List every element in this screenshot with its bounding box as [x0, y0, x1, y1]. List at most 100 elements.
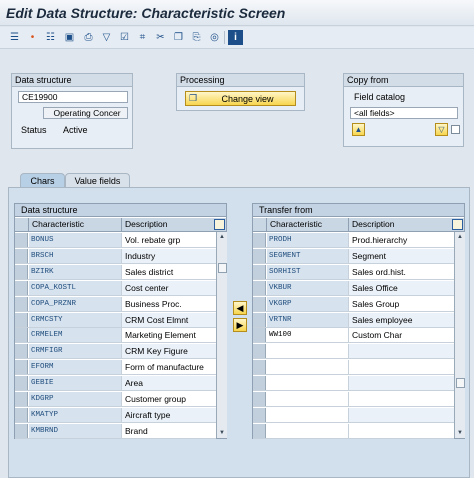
field-catalog-input[interactable]: <all fields> [350, 107, 458, 119]
scroll-up-icon[interactable]: ▲ [455, 232, 465, 242]
row-selector[interactable] [15, 407, 28, 422]
row-selector[interactable] [15, 344, 28, 359]
row-selector[interactable] [253, 328, 266, 343]
characteristic-cell [267, 423, 349, 438]
print-icon[interactable]: ⎙ [81, 30, 96, 45]
table-row[interactable]: COPA_PRZNR Business Proc. [15, 296, 216, 312]
row-selector[interactable] [253, 407, 266, 422]
row-selector[interactable] [253, 248, 266, 263]
table-row[interactable]: VKGRP Sales Group [253, 296, 454, 312]
table-row[interactable]: PRODH Prod.hierarchy [253, 233, 454, 248]
row-selector[interactable] [15, 296, 28, 311]
scroll-down-icon[interactable]: ▼ [217, 428, 227, 438]
characteristic-cell [267, 392, 349, 406]
change-view-label: Change view [221, 93, 274, 104]
table-row[interactable]: WW100 Custom Char [253, 328, 454, 344]
table-row[interactable] [253, 376, 454, 392]
row-selector[interactable] [15, 233, 28, 247]
table-row[interactable]: GEBIE Area [15, 376, 216, 392]
column-characteristic[interactable]: Characteristic [29, 218, 122, 231]
row-selector[interactable] [253, 423, 266, 438]
description-cell: Customer group [125, 394, 186, 404]
select-all-column[interactable] [253, 218, 267, 231]
table-row[interactable]: BRSCH Industry [15, 248, 216, 264]
table-row[interactable] [253, 360, 454, 376]
filter-fields-icon[interactable]: ▽ [435, 123, 448, 136]
table-row[interactable] [253, 423, 454, 439]
characteristic-cell: KDGRP [29, 392, 122, 406]
tab-chars[interactable]: Chars [20, 173, 65, 188]
description-cell [349, 360, 454, 374]
tab-value-fields[interactable]: Value fields [65, 173, 130, 188]
table-row[interactable]: SEGMENT Segment [253, 248, 454, 264]
row-selector[interactable] [253, 280, 266, 295]
table-row[interactable] [253, 407, 454, 423]
table-row[interactable]: CRMFIGR CRM Key Figure [15, 344, 216, 360]
transfer-from-scrollbar[interactable]: ▲ ▼ [454, 232, 465, 438]
paste-icon[interactable]: ⎘ [189, 30, 204, 45]
info-icon[interactable]: i [228, 30, 243, 45]
table-settings-icon[interactable] [452, 219, 463, 230]
row-selector[interactable] [253, 233, 266, 247]
scroll-up-icon[interactable]: ▲ [217, 232, 227, 242]
tree-icon[interactable]: ☰ [7, 30, 22, 45]
row-selector[interactable] [15, 360, 28, 375]
column-characteristic[interactable]: Characteristic [267, 218, 349, 231]
table-row[interactable]: VKBUR Sales Office [253, 280, 454, 296]
select-all-icon[interactable]: ☑ [117, 30, 132, 45]
row-selector[interactable] [15, 423, 28, 438]
cut-icon[interactable]: ✂ [153, 30, 168, 45]
info-dot-icon[interactable]: • [25, 30, 40, 45]
data-structure-scrollbar[interactable]: ▲ ▼ [216, 232, 227, 438]
row-selector[interactable] [15, 312, 28, 327]
select-all-column[interactable] [15, 218, 29, 231]
table-row[interactable]: VRTNR Sales employee [253, 312, 454, 328]
transfer-from-table: Transfer from Characteristic Description… [252, 203, 465, 439]
scroll-down-icon[interactable]: ▼ [455, 428, 465, 438]
table-row[interactable]: EFORM Form of manufacture [15, 360, 216, 376]
row-selector[interactable] [15, 328, 28, 343]
table-row[interactable]: CRMCSTY CRM Cost Elmnt [15, 312, 216, 328]
local-layout-icon[interactable]: ◎ [207, 30, 222, 45]
row-selector[interactable] [253, 392, 266, 406]
hierarchy-icon[interactable]: ☷ [43, 30, 58, 45]
row-selector[interactable] [253, 360, 266, 375]
table-settings-icon[interactable] [214, 219, 225, 230]
table-row[interactable]: COPA_KOSTL Cost center [15, 280, 216, 296]
table-row[interactable] [253, 344, 454, 360]
choose-fields-icon[interactable]: ▲ [352, 123, 365, 136]
table-row[interactable]: BONUS Vol. rebate grp [15, 233, 216, 248]
filter-icon[interactable]: ▽ [99, 30, 114, 45]
row-selector[interactable] [15, 392, 28, 406]
scroll-thumb[interactable] [456, 378, 465, 388]
scroll-thumb[interactable] [218, 263, 227, 273]
row-selector[interactable] [15, 280, 28, 295]
table-row[interactable]: KMATYP Aircraft type [15, 407, 216, 423]
filter-checkbox[interactable] [451, 125, 460, 134]
description-cell: Sales Group [352, 298, 400, 309]
row-selector[interactable] [253, 264, 266, 279]
row-selector[interactable] [253, 376, 266, 391]
copy-icon[interactable]: ❐ [171, 30, 186, 45]
move-right-button[interactable]: ▶ [233, 318, 247, 332]
move-left-button[interactable]: ◀ [233, 301, 247, 315]
column-description[interactable]: Description [122, 218, 215, 231]
save-layout-icon[interactable]: ▣ [62, 30, 77, 45]
description-cell: Prod.hierarchy [352, 235, 408, 245]
table-row[interactable] [253, 392, 454, 407]
find-icon[interactable]: ⌗ [135, 30, 150, 45]
row-selector[interactable] [253, 312, 266, 327]
row-selector[interactable] [253, 296, 266, 311]
table-row[interactable]: SORHIST Sales ord.hist. [253, 264, 454, 280]
row-selector[interactable] [15, 264, 28, 279]
row-selector[interactable] [253, 344, 266, 359]
column-description[interactable]: Description [349, 218, 453, 231]
row-selector[interactable] [15, 376, 28, 391]
table-row[interactable]: KDGRP Customer group [15, 392, 216, 407]
data-structure-id-field[interactable]: CE19900 [18, 91, 128, 103]
table-row[interactable]: CRMELEM Marketing Element [15, 328, 216, 344]
table-row[interactable]: BZIRK Sales district [15, 264, 216, 280]
row-selector[interactable] [15, 248, 28, 263]
change-view-button[interactable]: ❐ Change view [185, 91, 296, 106]
table-row[interactable]: KMBRND Brand [15, 423, 216, 439]
